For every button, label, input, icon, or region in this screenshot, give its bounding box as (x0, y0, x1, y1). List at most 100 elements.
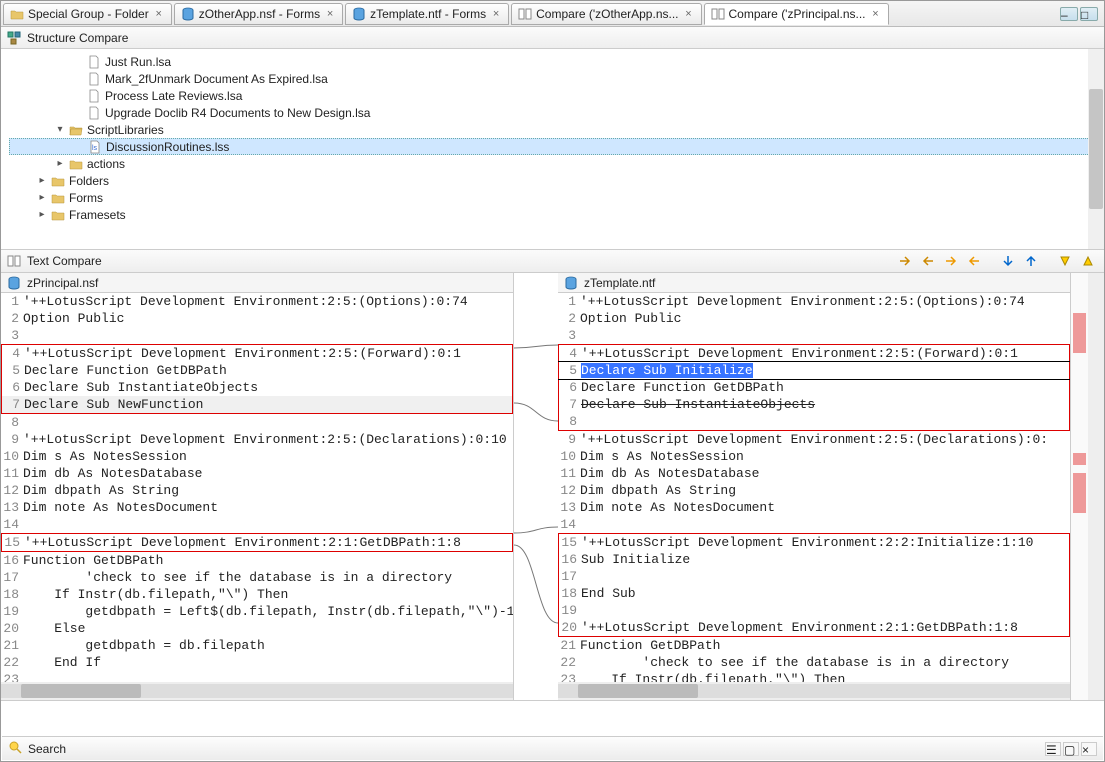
line-number: 21 (1, 637, 23, 654)
line-content: '++LotusScript Development Environment:2… (581, 534, 1069, 551)
line-number: 2 (1, 310, 23, 327)
tree-scrollbar[interactable] (1088, 49, 1104, 249)
script-icon: ls (88, 140, 102, 154)
editor-tab[interactable]: Special Group - Folder× (3, 3, 172, 25)
left-hscroll[interactable] (1, 682, 513, 700)
tree-node[interactable]: ▸actions (9, 155, 1096, 172)
caret-icon[interactable]: ▾ (55, 124, 65, 135)
editor-tab[interactable]: zTemplate.ntf - Forms × (345, 3, 509, 25)
right-pane-header: zTemplate.ntf (558, 273, 1070, 293)
right-code-area[interactable]: 1'++LotusScript Development Environment:… (558, 293, 1070, 682)
tree-node[interactable]: ▸Framesets (9, 206, 1096, 223)
code-line: 5Declare Sub Initialize (558, 362, 1070, 379)
line-content: '++LotusScript Development Environment:2… (580, 431, 1070, 448)
caret-icon[interactable]: ▸ (55, 158, 65, 169)
text-compare-icon (7, 254, 21, 268)
line-content: Declare Function GetDBPath (24, 362, 512, 379)
line-content (23, 516, 513, 533)
code-line: 16Function GetDBPath (1, 552, 513, 569)
tree-label: DiscussionRoutines.lss (106, 140, 229, 154)
tab-close-icon[interactable]: × (870, 8, 882, 20)
prev-change-button[interactable] (1078, 252, 1098, 270)
left-code-area[interactable]: 1'++LotusScript Development Environment:… (1, 293, 513, 682)
line-number: 17 (1, 569, 23, 586)
copy-left-button[interactable] (941, 252, 961, 270)
line-number: 14 (1, 516, 23, 533)
tree-node[interactable]: Process Late Reviews.lsa (9, 87, 1096, 104)
tree-node[interactable]: ▾ScriptLibraries (9, 121, 1096, 138)
birdseye-ruler[interactable] (1070, 273, 1088, 700)
copy-right-button[interactable] (964, 252, 984, 270)
line-content (581, 568, 1069, 585)
tab-close-icon[interactable]: × (324, 8, 336, 20)
tree-node[interactable]: ▸Folders (9, 172, 1096, 189)
code-line: 22 'check to see if the database is in a… (558, 654, 1070, 671)
line-content: Option Public (23, 310, 513, 327)
copy-all-right-button[interactable] (918, 252, 938, 270)
line-number: 18 (559, 585, 581, 602)
line-number: 20 (559, 619, 581, 636)
right-hscroll[interactable] (558, 682, 1070, 700)
close-icon[interactable]: × (1081, 742, 1097, 756)
minimize-button[interactable]: – (1060, 7, 1078, 21)
tree-node[interactable]: Mark_2fUnmark Document As Expired.lsa (9, 70, 1096, 87)
line-content: End Sub (581, 585, 1069, 602)
tab-close-icon[interactable]: × (490, 8, 502, 20)
line-number: 10 (1, 448, 23, 465)
right-file-name: zTemplate.ntf (584, 276, 655, 290)
line-number: 8 (559, 413, 581, 430)
tree-label: Process Late Reviews.lsa (105, 89, 242, 103)
tab-close-icon[interactable]: × (683, 8, 695, 20)
tree-node[interactable]: Upgrade Doclib R4 Documents to New Desig… (9, 104, 1096, 121)
line-content: Dim db As NotesDatabase (580, 465, 1070, 482)
caret-icon[interactable]: ▸ (37, 192, 47, 203)
line-number: 8 (1, 414, 23, 431)
maximize-icon[interactable]: ▢ (1063, 742, 1079, 756)
structure-tree[interactable]: Just Run.lsa Mark_2fUnmark Document As Ex… (1, 49, 1104, 249)
editor-tab[interactable]: zOtherApp.nsf - Forms× (174, 3, 343, 25)
next-change-button[interactable] (1055, 252, 1075, 270)
compare-vscroll[interactable] (1088, 273, 1104, 700)
code-line: 14 (558, 516, 1070, 533)
folder-icon (51, 208, 65, 222)
file-icon (87, 89, 101, 103)
editor-tab[interactable]: Compare ('zPrincipal.ns...× (704, 3, 889, 25)
line-content: Dim dbpath As String (23, 482, 513, 499)
caret-icon[interactable]: ▸ (37, 175, 47, 186)
text-compare-title: Text Compare (27, 254, 102, 268)
copy-all-left-button[interactable] (895, 252, 915, 270)
prev-diff-button[interactable] (1021, 252, 1041, 270)
maximize-button[interactable]: □ (1080, 7, 1098, 21)
code-line: 9'++LotusScript Development Environment:… (1, 431, 513, 448)
code-line: 8 (558, 413, 1070, 431)
code-line: 4'++LotusScript Development Environment:… (1, 344, 513, 362)
code-line: 17 'check to see if the database is in a… (1, 569, 513, 586)
tab-close-icon[interactable]: × (153, 8, 165, 20)
tab-label: zTemplate.ntf - Forms (370, 7, 486, 21)
line-number: 20 (1, 620, 23, 637)
line-content: '++LotusScript Development Environment:2… (24, 345, 512, 362)
line-content: '++LotusScript Development Environment:2… (23, 293, 513, 310)
tree-node[interactable]: ls DiscussionRoutines.lss (9, 138, 1096, 155)
next-diff-button[interactable] (998, 252, 1018, 270)
editor-tabs-bar: Special Group - Folder×zOtherApp.nsf - F… (1, 1, 1104, 27)
line-number: 5 (559, 362, 581, 379)
line-content: 'check to see if the database is in a di… (23, 569, 513, 586)
caret-icon[interactable]: ▸ (37, 209, 47, 220)
left-pane-header: zPrincipal.nsf (1, 273, 513, 293)
code-line: 10Dim s As NotesSession (558, 448, 1070, 465)
code-line: 23 If Instr(db.filepath,"\") Then (558, 671, 1070, 682)
line-content (23, 327, 513, 344)
code-line: 6Declare Function GetDBPath (558, 379, 1070, 396)
line-content: '++LotusScript Development Environment:2… (580, 293, 1070, 310)
editor-tab[interactable]: Compare ('zOtherApp.ns...× (511, 3, 701, 25)
tree-node[interactable]: Just Run.lsa (9, 53, 1096, 70)
tree-label: Mark_2fUnmark Document As Expired.lsa (105, 72, 328, 86)
code-line: 20 Else (1, 620, 513, 637)
line-content (581, 413, 1069, 430)
svg-text:ls: ls (92, 145, 98, 152)
menu-icon[interactable]: ☰ (1045, 742, 1061, 756)
tree-node[interactable]: ▸Forms (9, 189, 1096, 206)
file-icon (87, 106, 101, 120)
code-line: 23 (1, 671, 513, 682)
